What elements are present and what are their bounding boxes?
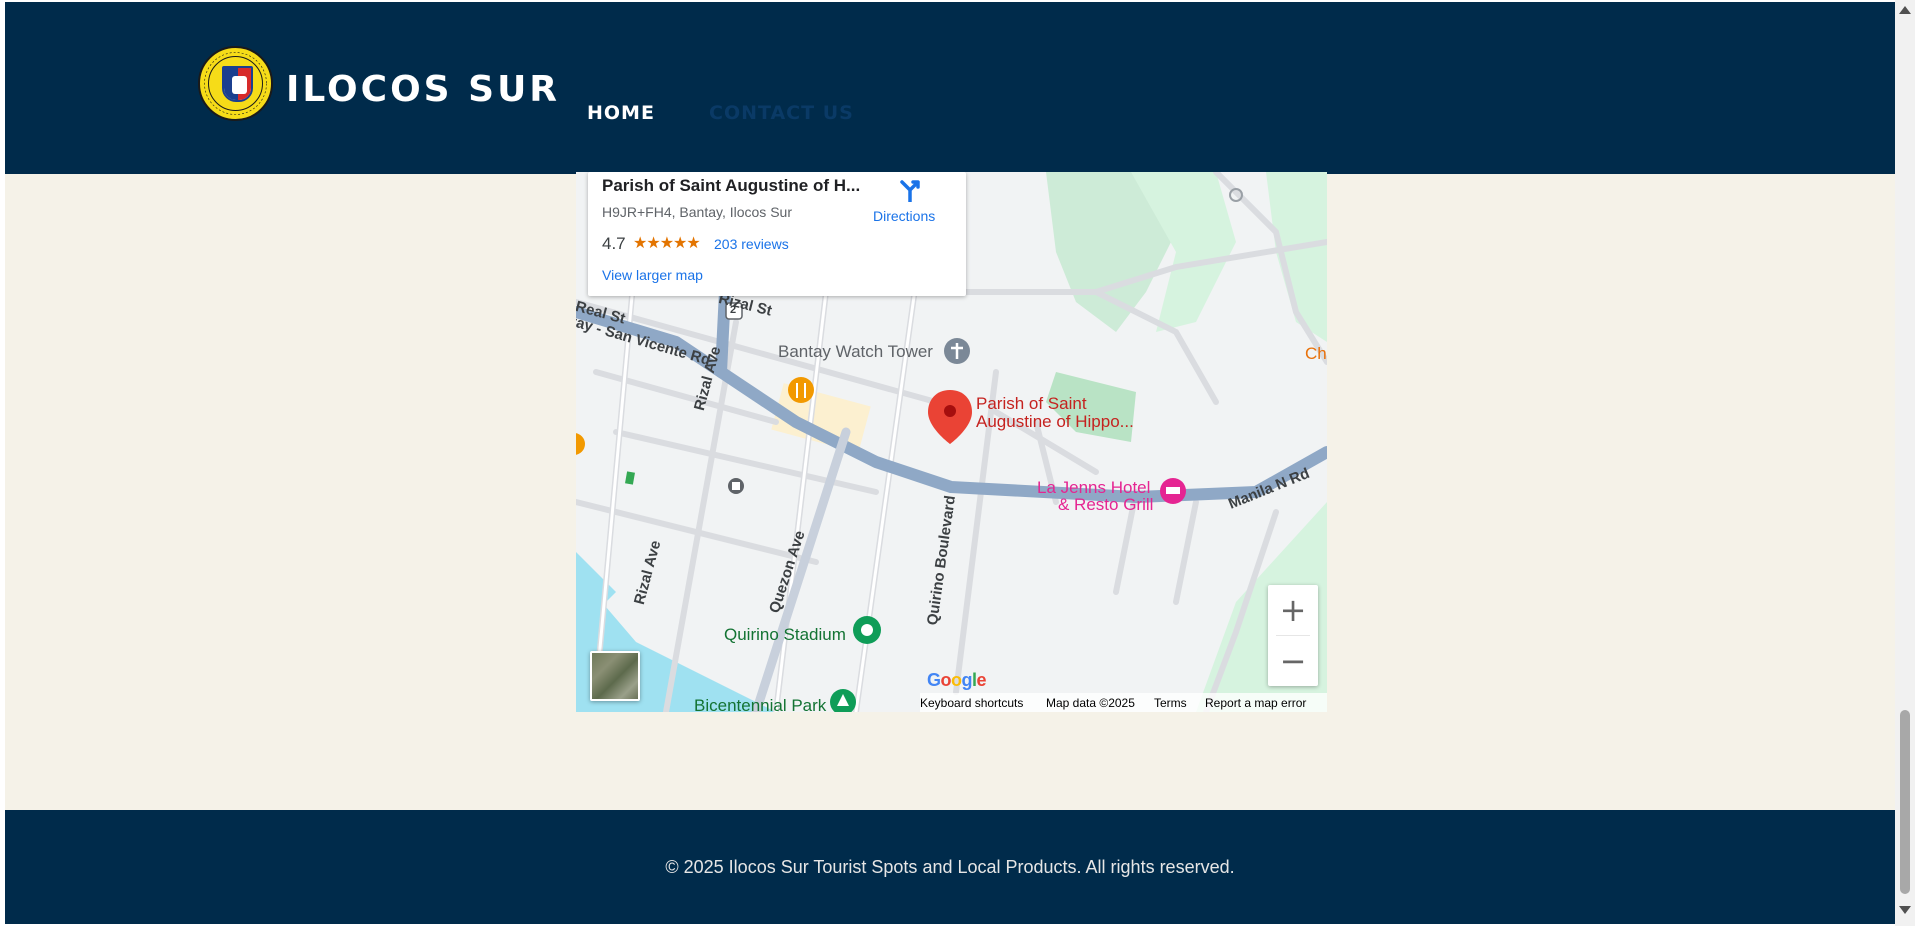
nav-home-link[interactable]: HOME — [587, 102, 655, 124]
satellite-layer-toggle[interactable] — [590, 651, 640, 701]
site-header: ILOCOS SUR HOME CONTACT US — [5, 2, 1895, 174]
map-attribution: Keyboard shortcuts Map data ©2025 Terms … — [920, 693, 1327, 712]
embedded-map[interactable]: 2 Bantay Watch Tower Parish of Saint Aug… — [576, 172, 1327, 712]
directions-icon[interactable] — [897, 176, 923, 202]
keyboard-shortcuts-link[interactable]: Keyboard shortcuts — [920, 696, 1023, 710]
view-larger-map-link[interactable]: View larger map — [602, 267, 703, 283]
rating-stars-icon: ★★★★★ — [633, 235, 701, 252]
map-label-parish-2[interactable]: Augustine of Hippo... — [976, 412, 1134, 432]
scroll-up-arrow-icon[interactable] — [1899, 6, 1911, 14]
map-label-stadium[interactable]: Quirino Stadium — [724, 625, 846, 645]
province-seal-icon[interactable] — [198, 46, 273, 121]
map-label-parish-1[interactable]: Parish of Saint — [976, 394, 1087, 414]
reviews-link[interactable]: 203 reviews — [714, 236, 789, 252]
zoom-out-button[interactable]: − — [1268, 636, 1318, 686]
copyright-text: © 2025 Ilocos Sur Tourist Spots and Loca… — [665, 857, 1235, 877]
site-title[interactable]: ILOCOS SUR — [286, 69, 560, 110]
map-data-label: Map data ©2025 — [1046, 696, 1135, 710]
page-scrollbar[interactable] — [1895, 0, 1915, 926]
nav-contact-link[interactable]: CONTACT US — [709, 102, 854, 124]
place-address: H9JR+FH4, Bantay, Ilocos Sur — [602, 204, 792, 220]
google-logo: Google — [927, 670, 987, 690]
site-footer: © 2025 Ilocos Sur Tourist Spots and Loca… — [5, 810, 1895, 924]
place-rating: 4.7 — [602, 234, 626, 253]
map-label-edge: Chi — [1305, 344, 1327, 363]
scrollbar-thumb[interactable] — [1900, 710, 1910, 894]
map-label-watch-tower[interactable]: Bantay Watch Tower — [778, 342, 933, 362]
zoom-in-button[interactable]: + — [1268, 585, 1318, 635]
place-info-card: Parish of Saint Augustine of H... H9JR+F… — [588, 172, 966, 296]
scroll-down-arrow-icon[interactable] — [1899, 906, 1911, 914]
map-label-park[interactable]: Bicentennial Park — [694, 696, 826, 712]
directions-button[interactable]: Directions — [873, 208, 935, 224]
report-map-error-link[interactable]: Report a map error — [1205, 696, 1306, 710]
zoom-controls: + − — [1268, 585, 1318, 686]
terms-link[interactable]: Terms — [1154, 696, 1187, 710]
map-label-hotel-2[interactable]: & Resto Grill — [1058, 495, 1153, 515]
place-name: Parish of Saint Augustine of H... — [602, 176, 861, 195]
page: ILOCOS SUR HOME CONTACT US 2 Bantay Watc… — [5, 2, 1895, 924]
